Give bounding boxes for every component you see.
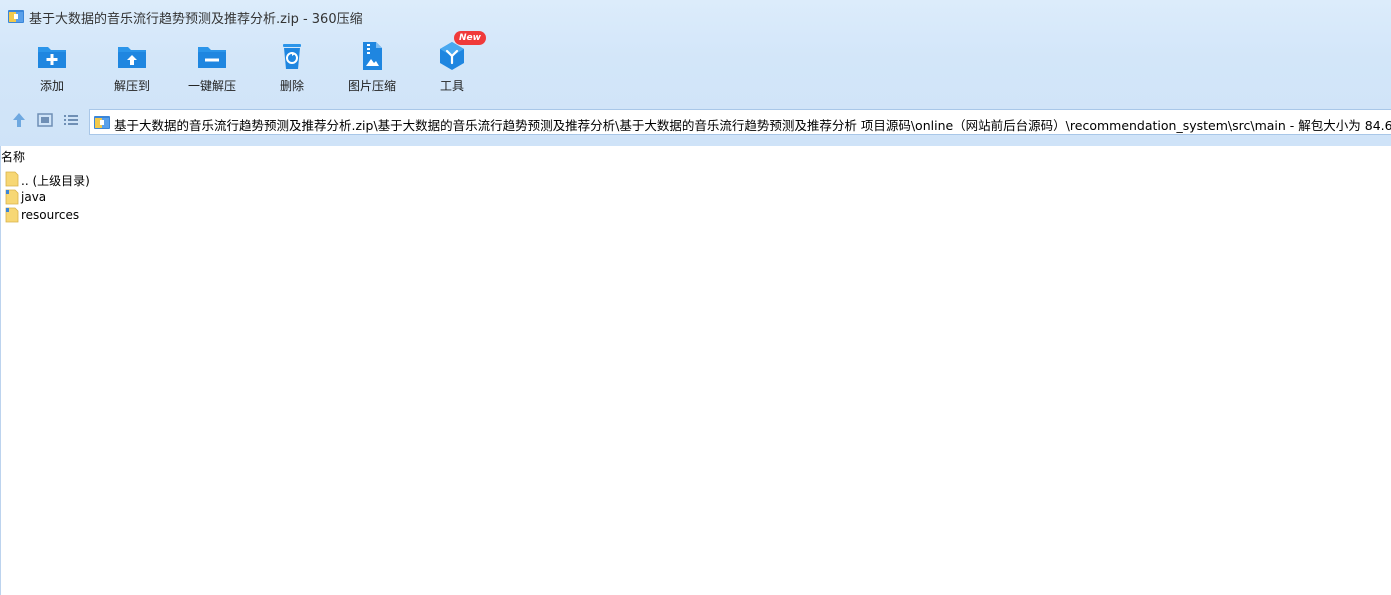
one-click-extract-button[interactable]: 一键解压 [172, 36, 252, 98]
list-view-icon[interactable] [62, 111, 80, 129]
tools-button[interactable]: New 工具 [412, 31, 492, 98]
extract-to-button-label: 解压到 [113, 79, 150, 93]
image-compress-icon [363, 42, 382, 70]
add-button-label: 添加 [39, 79, 64, 93]
column-header-name[interactable]: 名称 [1, 148, 25, 165]
one-click-extract-button-label: 一键解压 [187, 79, 236, 93]
add-button[interactable]: 添加 [12, 36, 92, 98]
archive-icon [94, 116, 110, 129]
title-bar: 基于大数据的音乐流行趋势预测及推荐分析.zip - 360压缩 [0, 0, 1391, 32]
extract-to-icon [118, 47, 146, 68]
tools-button-label: 工具 [439, 79, 464, 93]
address-path: 基于大数据的音乐流行趋势预测及推荐分析.zip\基于大数据的音乐流行趋势预测及推… [114, 118, 1391, 133]
one-click-extract-icon [198, 47, 226, 68]
image-compress-button[interactable]: 图片压缩 [332, 36, 412, 98]
new-badge: New [454, 31, 486, 45]
delete-button-label: 删除 [279, 79, 304, 93]
arrow-up-icon[interactable] [10, 111, 28, 129]
app-window: 基于大数据的音乐流行趋势预测及推荐分析.zip - 360压缩 添加 解压到 一… [0, 0, 1391, 595]
window-title: 基于大数据的音乐流行趋势预测及推荐分析.zip - 360压缩 [29, 12, 363, 27]
extract-to-button[interactable]: 解压到 [92, 36, 172, 98]
image-compress-button-label: 图片压缩 [347, 79, 396, 93]
recycle-bin-icon [283, 44, 301, 69]
file-list: 名称 .. (上级目录) java resources [0, 146, 1391, 595]
list-item-name: .. (上级目录) [21, 174, 90, 188]
folder-icon [5, 207, 19, 223]
list-item-name: java [21, 190, 47, 204]
address-bar[interactable]: 基于大数据的音乐流行趋势预测及推荐分析.zip\基于大数据的音乐流行趋势预测及推… [89, 109, 1391, 135]
add-folder-icon [38, 47, 66, 68]
delete-button[interactable]: 删除 [252, 36, 332, 98]
folder-icon [5, 189, 19, 205]
header-area: 基于大数据的音乐流行趋势预测及推荐分析.zip - 360压缩 添加 解压到 一… [0, 0, 1391, 146]
archive-icon [8, 10, 24, 23]
list-item-name: resources [21, 208, 80, 222]
parent-folder-icon [5, 171, 19, 187]
thumbnail-view-icon[interactable] [36, 111, 54, 129]
